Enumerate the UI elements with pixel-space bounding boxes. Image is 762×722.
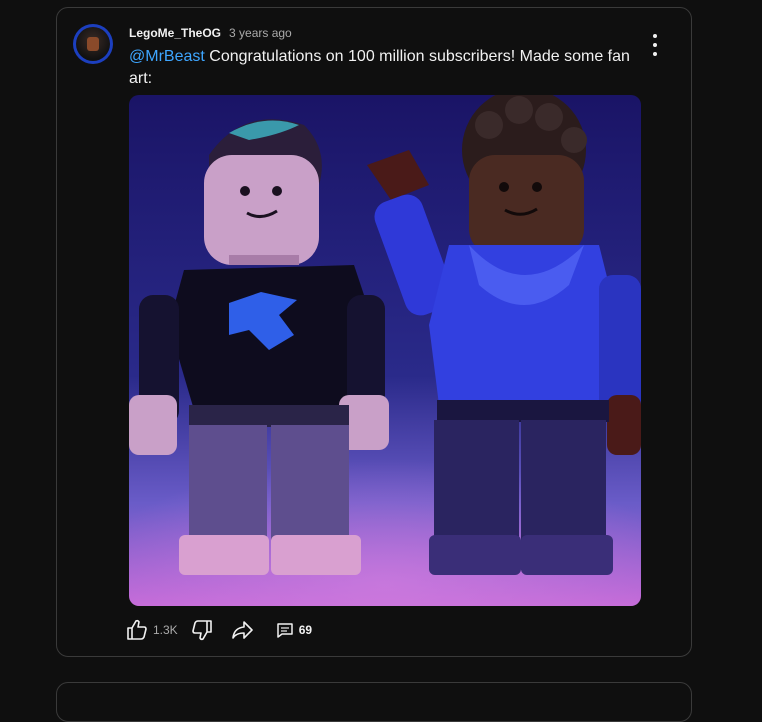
post-actions: 1.3K 69 [125,618,312,642]
post-body: Congratulations on 100 million subscribe… [129,48,630,87]
post-timestamp[interactable]: 3 years ago [229,26,292,40]
comments-button[interactable]: 69 [276,621,312,639]
author-avatar[interactable] [73,24,113,64]
post-image[interactable] [129,95,641,606]
mention-link[interactable]: @MrBeast [129,48,205,65]
like-button[interactable]: 1.3K [125,618,178,642]
comment-icon [276,623,293,638]
thumbs-down-icon [191,620,212,641]
dislike-button[interactable] [190,618,214,642]
lego-fan-art-illustration [129,95,641,606]
reply-count: 69 [298,623,313,637]
thumbs-up-icon [127,619,147,640]
author-name[interactable]: LegoMe_TheOG [129,26,221,40]
post-text: @MrBeast Congratulations on 100 million … [129,46,649,90]
like-count: 1.3K [153,623,178,637]
share-button[interactable] [230,618,254,642]
avatar-image [76,27,110,61]
next-post-card [56,682,692,722]
share-icon [231,621,253,639]
community-post-card: LegoMe_TheOG 3 years ago @MrBeast Congra… [56,7,692,657]
post-header: LegoMe_TheOG 3 years ago [129,26,292,40]
